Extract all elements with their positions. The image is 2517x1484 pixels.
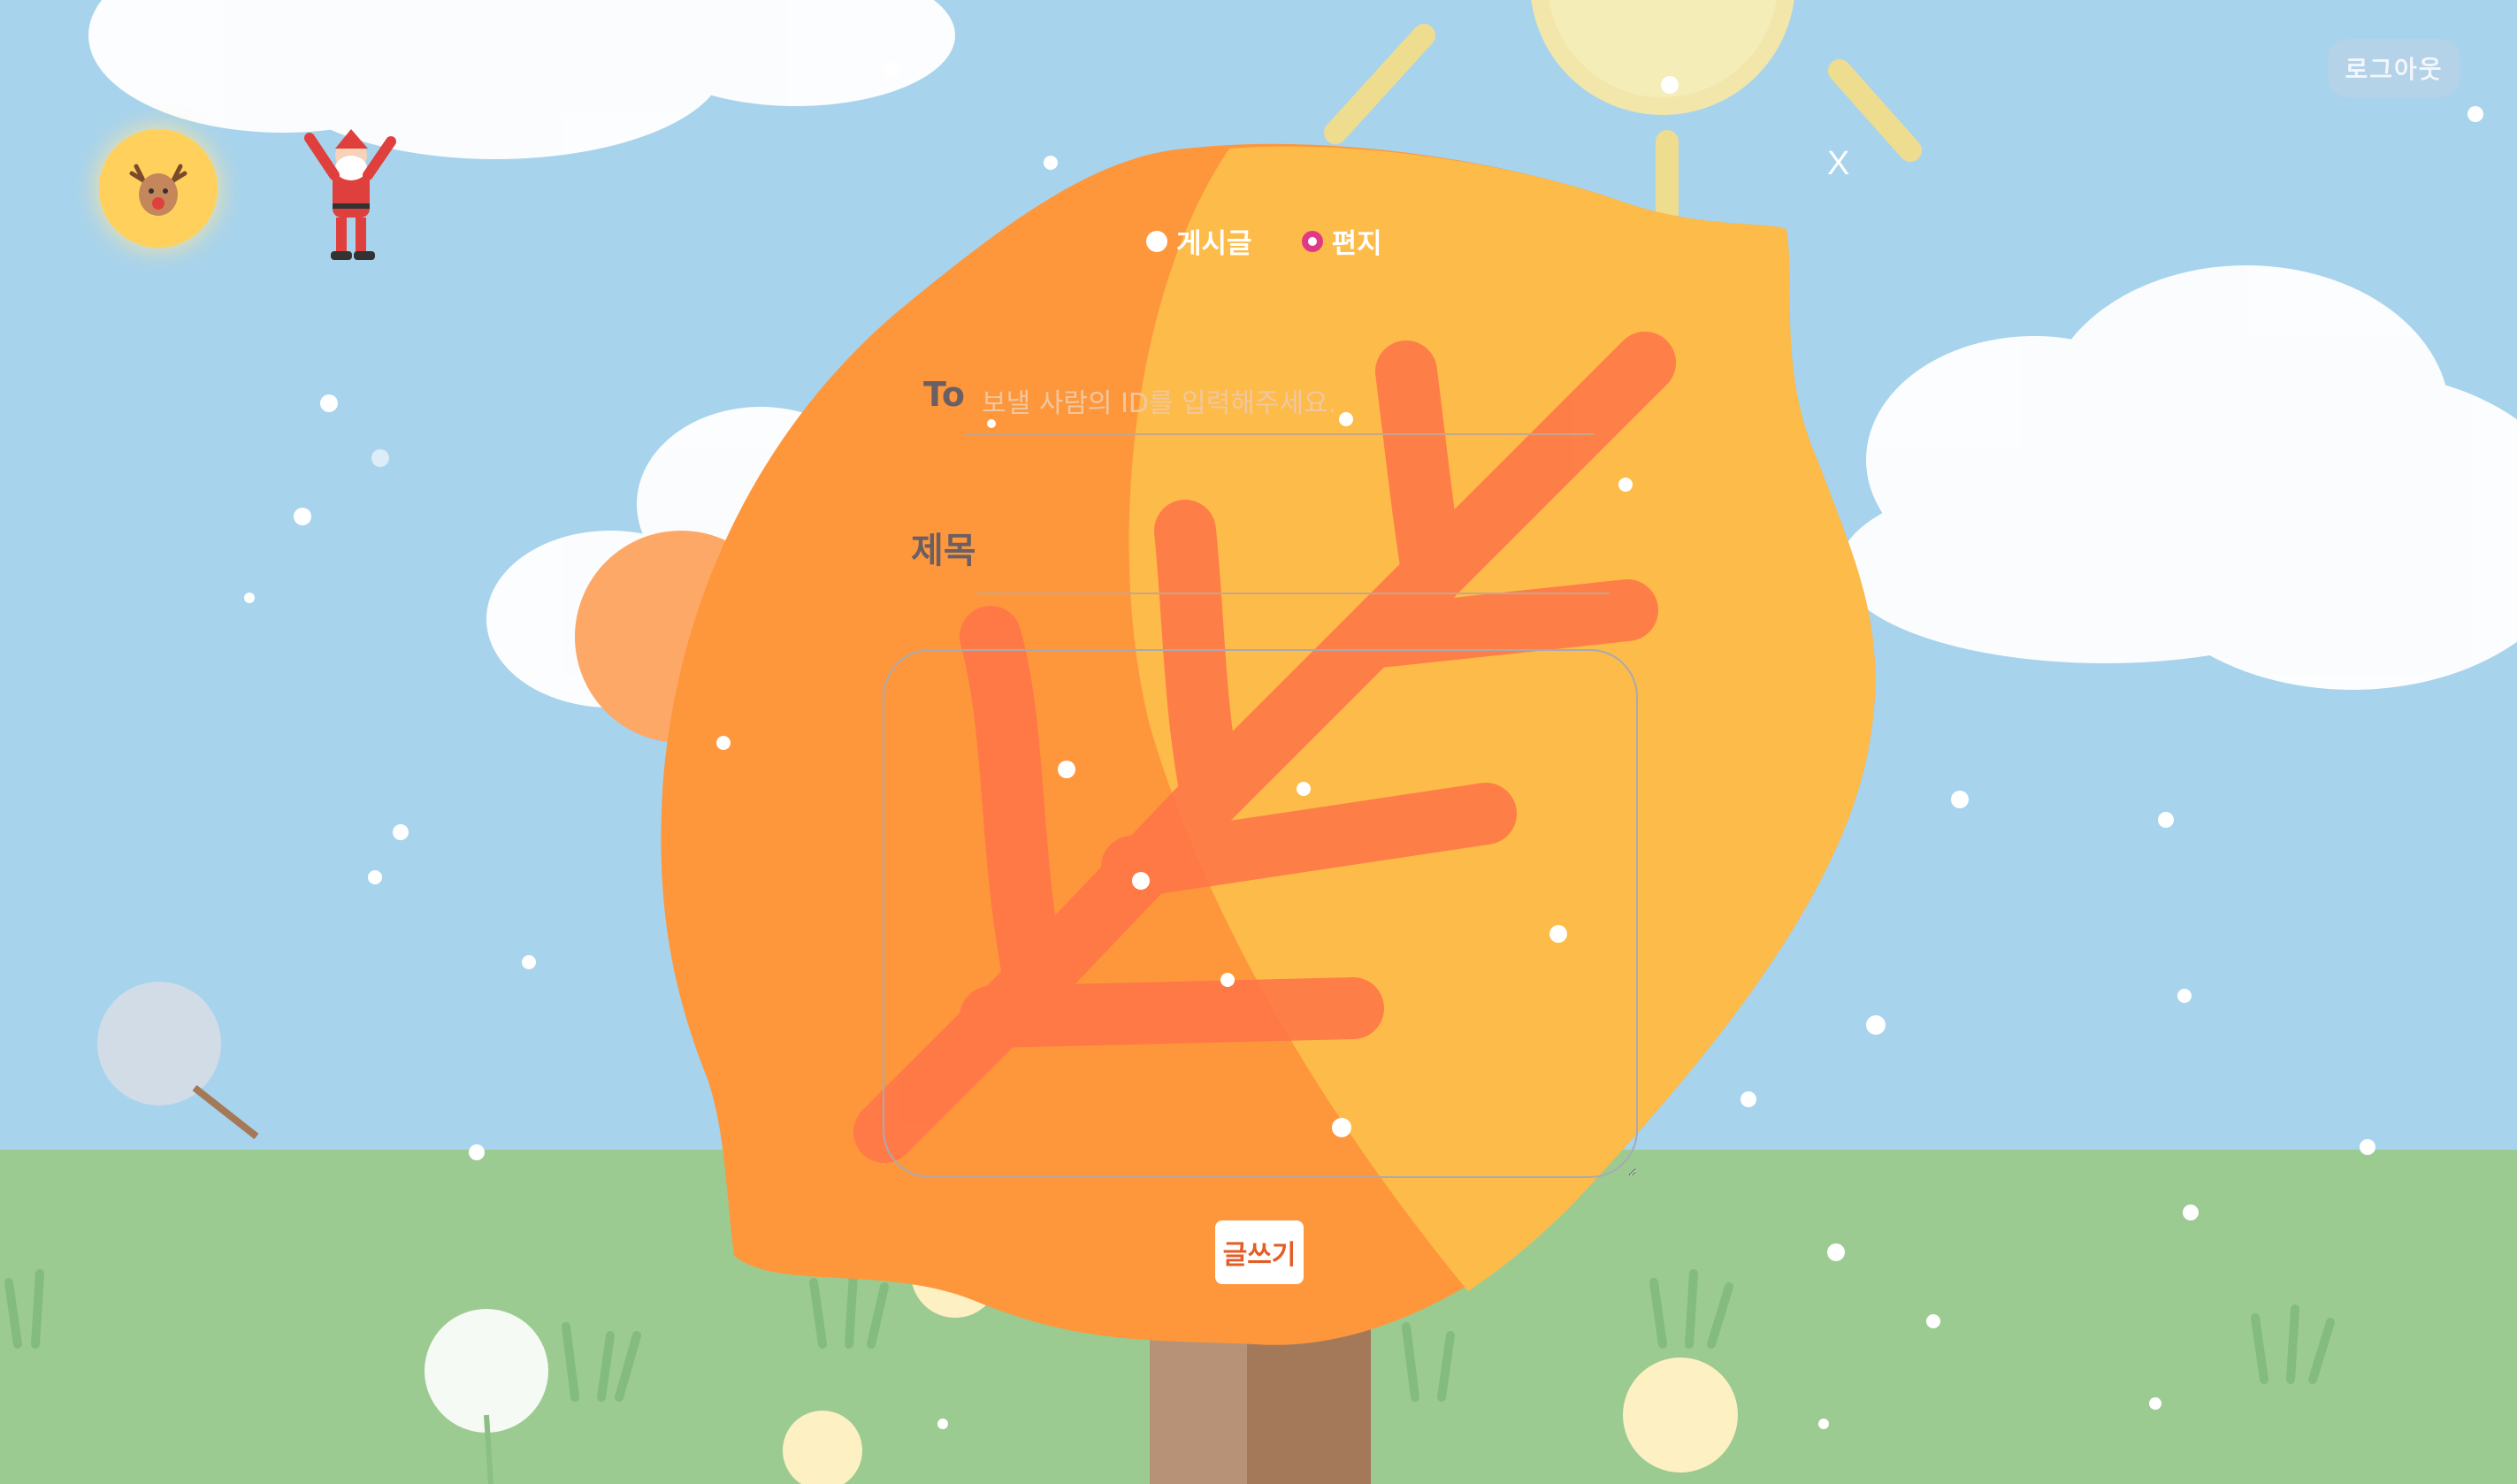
close-button[interactable]: X [1827,145,1849,183]
title-input[interactable] [976,531,1610,594]
reindeer-avatar[interactable] [99,129,218,248]
radio-post[interactable]: 게시글 [1146,221,1252,261]
background-scene: 로그아웃 X 게시글 편지 To 보낼 사람의 ID를 입력해주세요. 제목 글… [0,0,2517,1484]
body-textarea[interactable] [883,649,1638,1178]
logout-label: 로그아웃 [2345,55,2444,84]
title-label: 제목 [911,531,976,571]
radio-letter-indicator[interactable] [1301,230,1323,252]
write-button[interactable]: 글쓰기 [1215,1220,1304,1284]
reindeer-icon [129,164,187,216]
radio-post-label: 게시글 [1176,228,1252,260]
to-label: To [923,375,965,414]
radio-letter[interactable]: 편지 [1301,221,1382,261]
radio-post-indicator[interactable] [1146,230,1167,252]
logout-button[interactable]: 로그아웃 [2328,39,2460,97]
recipient-id-input[interactable] [966,373,1594,435]
radio-letter-label: 편지 [1331,228,1382,260]
santa-icon [304,129,396,260]
post-type-selector: 게시글 편지 [1146,221,1382,261]
